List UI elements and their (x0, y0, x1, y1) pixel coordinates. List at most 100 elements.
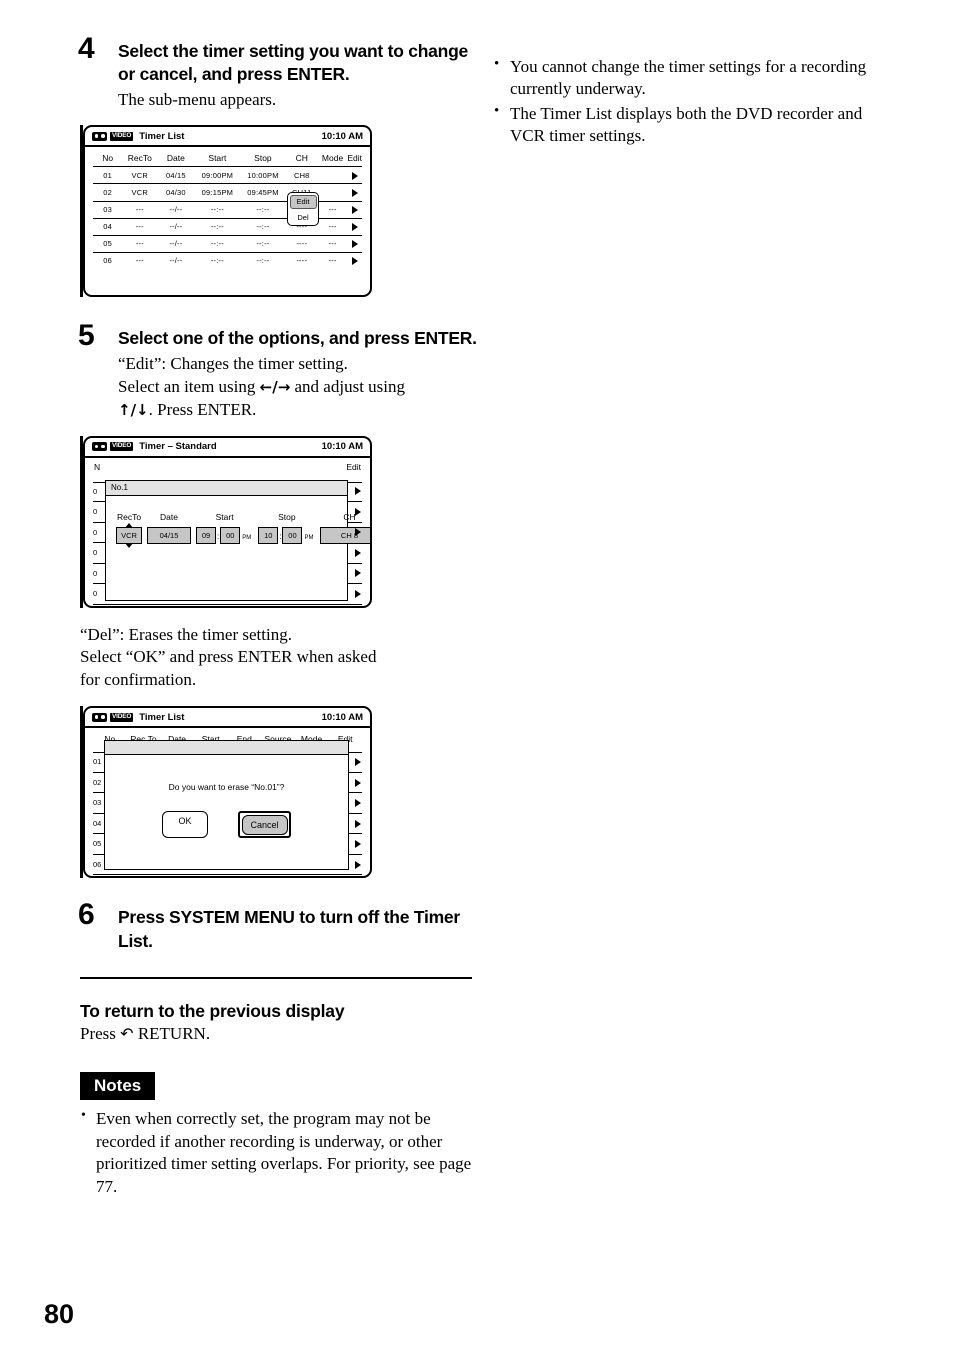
table-row[interactable]: 02 VCR 04/30 09:15PM 09:45PM CH11 (93, 183, 362, 201)
row-chevron[interactable] (355, 793, 361, 814)
cell-edit[interactable] (347, 200, 362, 219)
cell-no: 01 (93, 166, 123, 185)
cell-stop: --:-- (240, 200, 286, 219)
cell-recto: VCR (122, 166, 158, 185)
row-chevron[interactable] (355, 584, 361, 605)
cell-date: --/-- (157, 251, 195, 269)
cell-date: 04/30 (157, 183, 195, 201)
row-chevron[interactable] (355, 752, 361, 773)
stop-ampm: PM (304, 534, 314, 541)
submenu-item-edit[interactable]: Edit (289, 194, 317, 209)
timer-edit-panel: No.1 RecTo VCR Date 04/15 Start 09: 00 … (105, 479, 370, 601)
arrow-left-right-icon: ←/→ (259, 377, 291, 396)
step-4-number: 4 (78, 32, 95, 65)
cancel-button-focus-ring: Cancel (238, 811, 291, 839)
step-5-line3-b: . Press ENTER. (148, 399, 257, 419)
dialog-buttons: OK Cancel (105, 811, 348, 839)
row-chevron[interactable] (355, 482, 361, 503)
chevron-right-icon (351, 171, 358, 180)
screen-timer-standard: VIDEO Timer – Standard 10:10 AM N Edit 0… (83, 435, 372, 608)
table-row[interactable]: 05 --- --/-- --:-- --:-- ---- --- (93, 234, 362, 253)
step-5: 5 Select one of the options, and press E… (40, 321, 480, 421)
cell-stop: --:-- (240, 234, 286, 253)
row-chevron[interactable] (355, 543, 361, 564)
cell-recto: --- (122, 251, 158, 269)
cell-start: 09:00PM (194, 166, 241, 185)
cancel-button[interactable]: Cancel (241, 814, 288, 835)
row-submenu[interactable]: Edit Del (287, 192, 319, 227)
field-group-recto: RecTo VCR (116, 511, 142, 548)
ch-field[interactable]: CH 8 (320, 526, 370, 544)
label-stop: Stop (278, 511, 296, 522)
chevron-right-icon (355, 799, 361, 808)
cell-edit[interactable] (347, 234, 362, 253)
row-chevron[interactable] (355, 773, 361, 794)
cell-date: --/-- (157, 217, 195, 236)
table-row[interactable]: 03 --- --/-- --:-- --:-- ---- --- (93, 200, 362, 219)
cell-recto: VCR (122, 183, 158, 201)
cell-stop: --:-- (240, 251, 286, 269)
cell-mode (317, 183, 348, 201)
table-row[interactable]: 01 VCR 04/15 09:00PM 10:00PM CH8 (93, 166, 362, 185)
ok-button[interactable]: OK (162, 811, 208, 839)
date-field[interactable]: 04/15 (147, 526, 191, 544)
del-line1: “Del”: Erases the timer setting. (80, 624, 292, 644)
chevron-right-icon (355, 548, 361, 557)
step-5-line1: “Edit”: Changes the timer setting. (118, 353, 348, 373)
bg-row-label: 06 (93, 859, 102, 869)
cell-mode (317, 166, 348, 185)
erase-confirm-dialog: Do you want to erase “No.01”? OK Cancel (104, 740, 349, 871)
screen2-body: N Edit 0 0 0 0 0 0 No.1 RecTo VCR Date 0… (85, 458, 370, 606)
screen1-body: No RecTo Date Start Stop CH Mode Edit 01… (85, 147, 370, 295)
label-date: Date (160, 511, 178, 522)
table-row[interactable]: 06 --- --/-- --:-- --:-- ---- --- (93, 251, 362, 269)
return-section-heading: To return to the previous display (80, 1000, 345, 1021)
section-divider (80, 976, 472, 979)
dialog-message: Do you want to erase “No.01”? (168, 782, 285, 793)
bg-col-header-no: N (94, 461, 101, 472)
chevron-right-icon (351, 206, 358, 215)
col-header-start: Start (208, 153, 227, 164)
start-hour-field[interactable]: 09 (196, 526, 216, 544)
return-text-after: RETURN. (137, 1023, 211, 1043)
arrow-up-down-icon: ↑/↓ (118, 400, 149, 419)
recto-field[interactable]: VCR (116, 522, 142, 548)
row-chevron[interactable] (355, 564, 361, 585)
stop-minute-field[interactable]: 00 (282, 526, 303, 544)
table-row[interactable]: 04 --- --/-- --:-- --:-- ---- --- (93, 217, 362, 236)
chevron-right-icon (355, 507, 361, 516)
cell-edit[interactable] (347, 183, 362, 201)
col-header-edit: Edit (347, 153, 362, 164)
start-minute-field[interactable]: 00 (220, 526, 241, 544)
del-description: “Del”: Erases the timer setting. Select … (80, 624, 480, 693)
row-chevron[interactable] (355, 814, 361, 835)
cell-edit[interactable] (347, 251, 362, 269)
screen2-title: Timer – Standard (139, 441, 217, 453)
screen1-clock: 10:10 AM (321, 130, 363, 142)
col-header-ch: CH (295, 153, 308, 164)
video-badge-icon: VIDEO (110, 713, 134, 722)
video-badge-icon: VIDEO (110, 442, 134, 451)
step-5-number: 5 (78, 319, 95, 353)
stop-hour-field[interactable]: 10 (258, 526, 279, 544)
step-5-line2-a: Select an item using (118, 376, 260, 396)
step-4-heading: Select the timer setting you want to cha… (118, 41, 469, 85)
row-chevron[interactable] (355, 502, 361, 523)
step-4: 4 Select the timer setting you want to c… (40, 34, 480, 111)
row-chevron[interactable] (355, 855, 361, 876)
cell-edit[interactable] (347, 166, 362, 185)
edit-panel-title: No.1 (106, 480, 347, 496)
row-chevron[interactable] (355, 834, 361, 855)
figure-timer-list-submenu: VIDEO Timer List 10:10 AM No RecTo Date … (80, 125, 372, 298)
chevron-right-icon (355, 528, 361, 537)
row-chevron[interactable] (355, 523, 361, 544)
field-group-date: Date 04/15 (147, 512, 191, 544)
cell-date: --/-- (157, 234, 195, 253)
submenu-item-del[interactable]: Del (288, 210, 318, 225)
label-recto: RecTo (116, 511, 142, 522)
cell-edit[interactable] (347, 217, 362, 236)
cell-start: --:-- (194, 200, 241, 219)
step-6: 6 Press SYSTEM MENU to turn off the Time… (40, 900, 480, 953)
bg-col-header-edit: Edit (346, 461, 361, 472)
cell-no: 05 (93, 234, 123, 253)
